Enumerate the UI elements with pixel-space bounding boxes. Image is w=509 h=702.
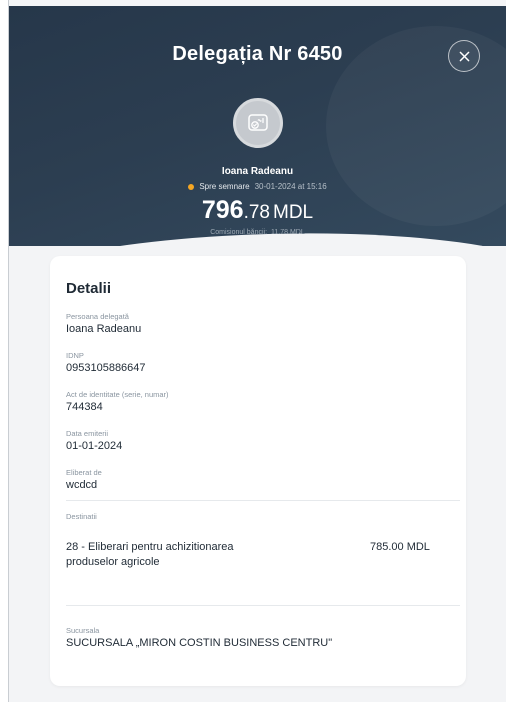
close-icon: [459, 51, 469, 61]
field-value: Ioana Radeanu: [66, 323, 142, 335]
field-idnp: IDNP 0953105886647: [66, 351, 146, 375]
window-left-edge: [0, 0, 9, 702]
field-label: IDNP: [66, 351, 84, 360]
field-label: Persoana delegată: [66, 312, 129, 321]
divider: [66, 605, 460, 606]
field-label: Sucursala: [66, 626, 100, 635]
destination-amount: 785.00 MDL: [370, 541, 430, 553]
status-row: Spre semnare 30-01-2024 at 15:16: [9, 182, 506, 191]
delegate-name: Ioana Radeanu: [221, 166, 294, 177]
status-text: Spre semnare: [199, 182, 250, 191]
field-branch: Sucursala SUCURSALA „MIRON COSTIN BUSINE…: [66, 626, 332, 650]
destination-description: 28 - Eliberari pentru achizitionarea pro…: [66, 541, 234, 568]
destinations-label: Destinatii: [66, 512, 97, 521]
field-value: SUCURSALA „MIRON COSTIN BUSINESS CENTRU": [66, 637, 333, 649]
status-dot-icon: [188, 183, 195, 190]
field-value: wcdcd: [66, 479, 98, 491]
field-issue-date: Data emiterii 01-01-2024: [66, 429, 122, 453]
destinations-header: Destinatii: [66, 512, 97, 521]
window: Delegația Nr 6450 Ioana Radeanu Spre sem…: [0, 0, 509, 702]
field-value: 01-01-2024: [66, 440, 123, 452]
amount-decimal: .78: [243, 202, 270, 223]
field-delegate-person: Persoana delegată Ioana Radeanu: [66, 312, 141, 336]
details-card: Detalii Persoana delegată Ioana Radeanu …: [50, 256, 466, 686]
avatar: [233, 98, 283, 148]
field-issued-by: Eliberat de wcdcd: [66, 468, 102, 492]
field-value: 0953105886647: [66, 362, 146, 374]
field-id-document: Act de identitate (serie, numar) 744384: [66, 390, 169, 414]
field-label: Eliberat de: [66, 468, 102, 477]
total-amount: 796.78 MDL: [9, 196, 506, 225]
details-title: Detalii: [66, 280, 112, 297]
field-label: Data emiterii: [66, 429, 109, 438]
field-value: 744384: [66, 401, 103, 413]
header-banner: Delegația Nr 6450 Ioana Radeanu Spre sem…: [9, 6, 506, 246]
status-date: 30-01-2024 at 15:16: [254, 182, 327, 191]
commission-label: Comisionul băncii:: [210, 229, 268, 236]
amount-integer: 796: [201, 196, 244, 224]
id-card-icon: [248, 114, 268, 131]
page-title: Delegația Nr 6450: [172, 43, 343, 65]
commission-row: Comisionul băncii: 11.78 MDL: [9, 229, 506, 236]
divider: [66, 500, 460, 501]
delegation-panel: Delegația Nr 6450 Ioana Radeanu Spre sem…: [9, 6, 506, 702]
close-button[interactable]: [448, 40, 480, 72]
amount-currency: MDL: [273, 202, 314, 223]
commission-value: 11.78 MDL: [271, 229, 305, 236]
field-label: Act de identitate (serie, numar): [66, 390, 169, 399]
